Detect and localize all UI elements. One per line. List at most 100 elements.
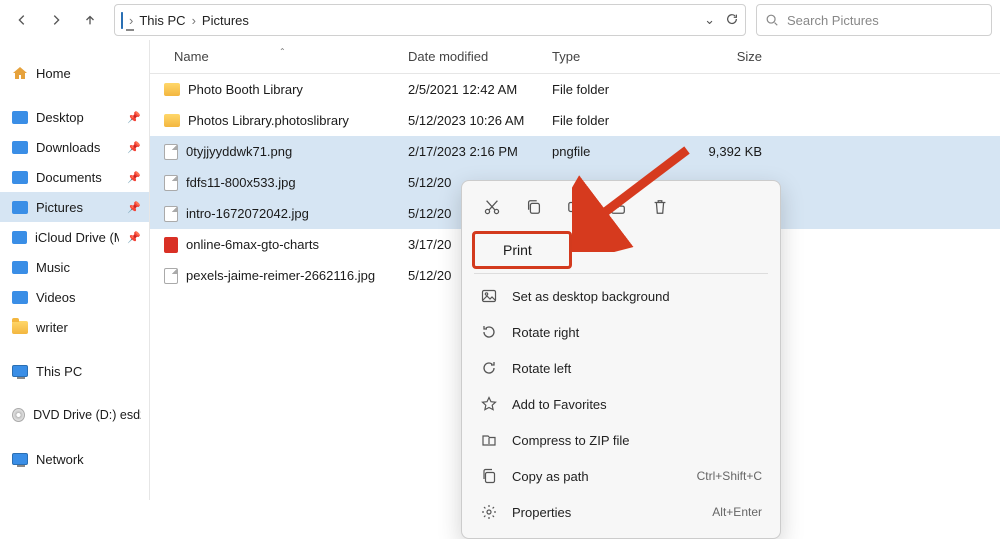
sidebar-item-label: DVD Drive (D:) esd2i <box>33 408 141 422</box>
pin-icon: 📌 <box>127 201 141 214</box>
menu-item-copy-as-path[interactable]: Copy as pathCtrl+Shift+C <box>468 458 774 494</box>
copy-path-icon <box>480 467 498 485</box>
folder-icon <box>164 114 180 127</box>
delete-icon[interactable] <box>646 193 674 221</box>
share-icon[interactable] <box>604 193 632 221</box>
menu-item-add-favorites[interactable]: Add to Favorites <box>468 386 774 422</box>
rotate-left-icon <box>480 359 498 377</box>
zip-icon <box>480 431 498 449</box>
address-bar[interactable]: › This PC › Pictures ⌄ <box>114 4 746 36</box>
menu-item-rotate-left[interactable]: Rotate left <box>468 350 774 386</box>
sidebar-item-writer[interactable]: writer <box>0 312 149 342</box>
sort-asc-icon: ⌃ <box>279 47 286 56</box>
rotate-right-icon <box>480 323 498 341</box>
file-icon <box>164 268 178 284</box>
documents-icon <box>12 171 28 184</box>
menu-item-label: Print <box>503 242 532 258</box>
file-type: pngfile <box>552 144 672 159</box>
rename-icon[interactable] <box>562 193 590 221</box>
menu-item-compress-zip[interactable]: Compress to ZIP file <box>468 422 774 458</box>
sidebar-item-network[interactable]: Network <box>0 444 149 474</box>
col-name[interactable]: ⌃Name <box>150 49 408 64</box>
col-type[interactable]: Type <box>552 49 672 64</box>
chevron-right-icon: › <box>192 13 196 28</box>
sidebar-item-desktop[interactable]: Desktop 📌 <box>0 102 149 132</box>
col-label: Type <box>552 49 580 64</box>
menu-item-rotate-right[interactable]: Rotate right <box>468 314 774 350</box>
forward-button[interactable] <box>42 6 70 34</box>
up-button[interactable] <box>76 6 104 34</box>
videos-icon <box>12 291 28 304</box>
back-button[interactable] <box>8 6 36 34</box>
menu-item-set-desktop-background[interactable]: Set as desktop background <box>468 278 774 314</box>
file-name: online-6max-gto-charts <box>186 237 319 252</box>
menu-item-label: Add to Favorites <box>512 397 607 412</box>
menu-item-properties[interactable]: PropertiesAlt+Enter <box>468 494 774 530</box>
file-name: pexels-jaime-reimer-2662116.jpg <box>186 268 375 283</box>
sidebar-item-home[interactable]: Home <box>0 58 149 88</box>
menu-item-label: Set as desktop background <box>512 289 670 304</box>
cut-icon[interactable] <box>478 193 506 221</box>
sidebar-item-music[interactable]: Music <box>0 252 149 282</box>
folder-icon <box>164 83 180 96</box>
sidebar-item-label: Pictures <box>36 200 83 215</box>
sidebar-item-pictures[interactable]: Pictures 📌 <box>0 192 149 222</box>
pc-icon <box>12 365 28 377</box>
menu-item-label: Properties <box>512 505 571 520</box>
search-input[interactable]: Search Pictures <box>756 4 992 36</box>
sidebar-item-downloads[interactable]: Downloads📌 <box>0 132 149 162</box>
file-date: 2/17/2023 2:16 PM <box>408 144 552 159</box>
sidebar-item-label: Documents <box>36 170 102 185</box>
sidebar-item-label: Music <box>36 260 70 275</box>
star-icon <box>480 395 498 413</box>
table-row[interactable]: 0tyjjyyddwk71.png2/17/2023 2:16 PMpngfil… <box>150 136 1000 167</box>
navigation-bar: › This PC › Pictures ⌄ Search Pictures <box>0 0 1000 40</box>
cloud-icon <box>12 231 27 244</box>
separator <box>474 273 768 274</box>
col-date[interactable]: Date modified <box>408 49 552 64</box>
search-icon <box>765 13 779 27</box>
music-icon <box>12 261 28 274</box>
sidebar-item-dvd[interactable]: DVD Drive (D:) esd2i <box>0 400 149 430</box>
menu-item-label: Compress to ZIP file <box>512 433 630 448</box>
home-icon <box>12 66 28 80</box>
menu-item-label: Copy as path <box>512 469 589 484</box>
col-size[interactable]: Size <box>672 49 772 64</box>
pc-icon <box>121 13 123 28</box>
file-date: 2/5/2021 12:42 AM <box>408 82 552 97</box>
folder-icon <box>12 321 28 334</box>
file-name: Photo Booth Library <box>188 82 303 97</box>
copy-icon[interactable] <box>520 193 548 221</box>
sidebar-item-label: Desktop <box>36 110 84 125</box>
file-icon <box>164 144 178 160</box>
network-icon <box>12 453 28 465</box>
file-name: intro-1672072042.jpg <box>186 206 309 221</box>
picture-icon <box>480 287 498 305</box>
col-label: Size <box>737 49 762 64</box>
sidebar-item-videos[interactable]: Videos <box>0 282 149 312</box>
pictures-icon <box>12 201 28 214</box>
col-label: Date modified <box>408 49 488 64</box>
breadcrumb-this-pc[interactable]: This PC <box>139 13 185 28</box>
sidebar-item-this-pc[interactable]: This PC <box>0 356 149 386</box>
sidebar-item-documents[interactable]: Documents 📌 <box>0 162 149 192</box>
table-row[interactable]: Photos Library.photoslibrary5/12/2023 10… <box>150 105 1000 136</box>
sidebar-item-icloud[interactable]: iCloud Drive (M📌 <box>0 222 149 252</box>
table-row[interactable]: Photo Booth Library 2/5/2021 12:42 AMFile… <box>150 74 1000 105</box>
breadcrumb-pictures[interactable]: Pictures <box>202 13 249 28</box>
chevron-right-icon: › <box>129 13 133 28</box>
menu-item-print[interactable]: Print <box>472 231 572 269</box>
pin-icon: 📌 <box>127 141 141 154</box>
sidebar-item-label: This PC <box>36 364 82 379</box>
pin-icon: 📌 <box>127 231 141 244</box>
column-headers: ⌃Name Date modified Type Size <box>150 40 1000 74</box>
file-icon <box>164 175 178 191</box>
file-type: File folder <box>552 82 672 97</box>
context-menu: Print Set as desktop background Rotate r… <box>461 180 781 539</box>
file-type: File folder <box>552 113 672 128</box>
refresh-icon[interactable] <box>725 12 739 29</box>
pin-icon: 📌 <box>127 111 141 124</box>
pin-icon: 📌 <box>127 171 141 184</box>
menu-item-label: Rotate left <box>512 361 571 376</box>
history-dropdown-icon[interactable]: ⌄ <box>704 12 715 29</box>
